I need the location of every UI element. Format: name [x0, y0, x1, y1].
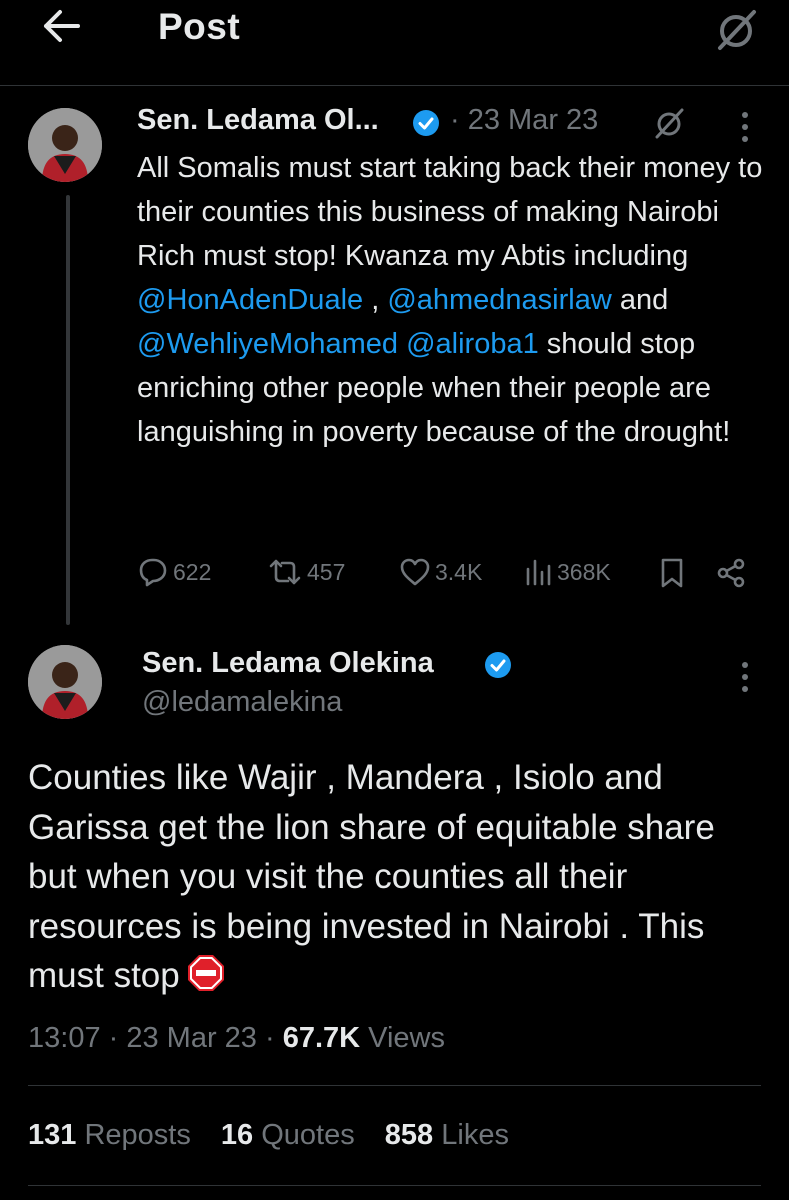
more-vertical-icon — [742, 112, 748, 142]
reply-button[interactable]: 622 — [137, 557, 211, 587]
mention-link[interactable]: @aliroba1 — [406, 328, 539, 360]
post-actions-bar: 622 457 3.4K 368K — [137, 557, 757, 597]
repost-icon — [269, 559, 301, 585]
author-name[interactable]: Sen. Ledama Olekina — [142, 647, 434, 680]
reply-icon — [139, 558, 167, 587]
more-vertical-icon — [742, 662, 748, 692]
thread-connector-line — [66, 195, 70, 625]
post-date[interactable]: · 23 Mar 23 — [450, 104, 598, 137]
author-handle[interactable]: @ledamalekina — [142, 686, 342, 719]
reposts-stat[interactable]: 131 Reposts — [28, 1119, 191, 1151]
bookmark-icon — [661, 558, 683, 588]
post-text: Counties like Wajir , Mandera , Isiolo a… — [28, 758, 715, 995]
avatar[interactable] — [28, 108, 102, 182]
reply-count: 622 — [173, 558, 212, 585]
views-label: Views — [368, 1022, 446, 1054]
grok-icon — [718, 10, 756, 50]
like-count: 3.4K — [435, 558, 483, 585]
repost-count: 457 — [307, 558, 346, 585]
views-count[interactable]: 67.7K — [283, 1022, 360, 1054]
likes-stat[interactable]: 858 Likes — [385, 1119, 509, 1151]
stop-sign-icon — [187, 955, 224, 991]
quotes-stat[interactable]: 16 Quotes — [221, 1119, 355, 1151]
grok-icon — [655, 108, 684, 139]
divider — [28, 1185, 761, 1186]
mention-link[interactable]: @ahmednasirlaw — [387, 284, 611, 316]
share-icon — [717, 558, 745, 588]
more-options-button[interactable] — [737, 110, 753, 144]
arrow-left-icon — [44, 10, 80, 42]
mention-link[interactable]: @HonAdenDuale — [137, 284, 363, 316]
engagement-stats: 131 Reposts 16 Quotes 858 Likes — [28, 1119, 531, 1152]
avatar[interactable] — [28, 645, 102, 719]
post-time: 13:07 — [28, 1022, 101, 1054]
author-name[interactable]: Sen. Ledama Ol... — [137, 104, 379, 137]
post-metadata: 13:07 · 23 Mar 23 · 67.7K Views — [28, 1022, 446, 1054]
post-page: Post Sen. Ledama Ol... · 23 Mar 23 All S… — [0, 0, 789, 1200]
page-title: Post — [158, 6, 241, 47]
grok-button[interactable] — [712, 6, 760, 52]
repost-button[interactable]: 457 — [267, 557, 345, 587]
divider — [28, 1085, 761, 1086]
analytics-icon — [526, 559, 551, 586]
more-options-button[interactable] — [737, 660, 753, 694]
mention-link[interactable]: @WehliyeMohamed — [137, 328, 398, 360]
top-bar: Post — [0, 0, 789, 86]
grok-button[interactable] — [652, 106, 686, 140]
post-text: All Somalis must start taking back their… — [137, 152, 763, 448]
heart-icon — [400, 558, 430, 586]
share-button[interactable] — [715, 557, 747, 589]
verified-badge-icon — [485, 652, 511, 678]
views-button[interactable]: 368K — [523, 557, 611, 587]
post-date: 23 Mar 23 — [126, 1022, 257, 1054]
like-button[interactable]: 3.4K — [399, 557, 482, 587]
verified-badge-icon — [413, 110, 439, 136]
back-button[interactable] — [38, 6, 84, 46]
views-count: 368K — [557, 558, 611, 585]
bookmark-button[interactable] — [659, 557, 685, 589]
